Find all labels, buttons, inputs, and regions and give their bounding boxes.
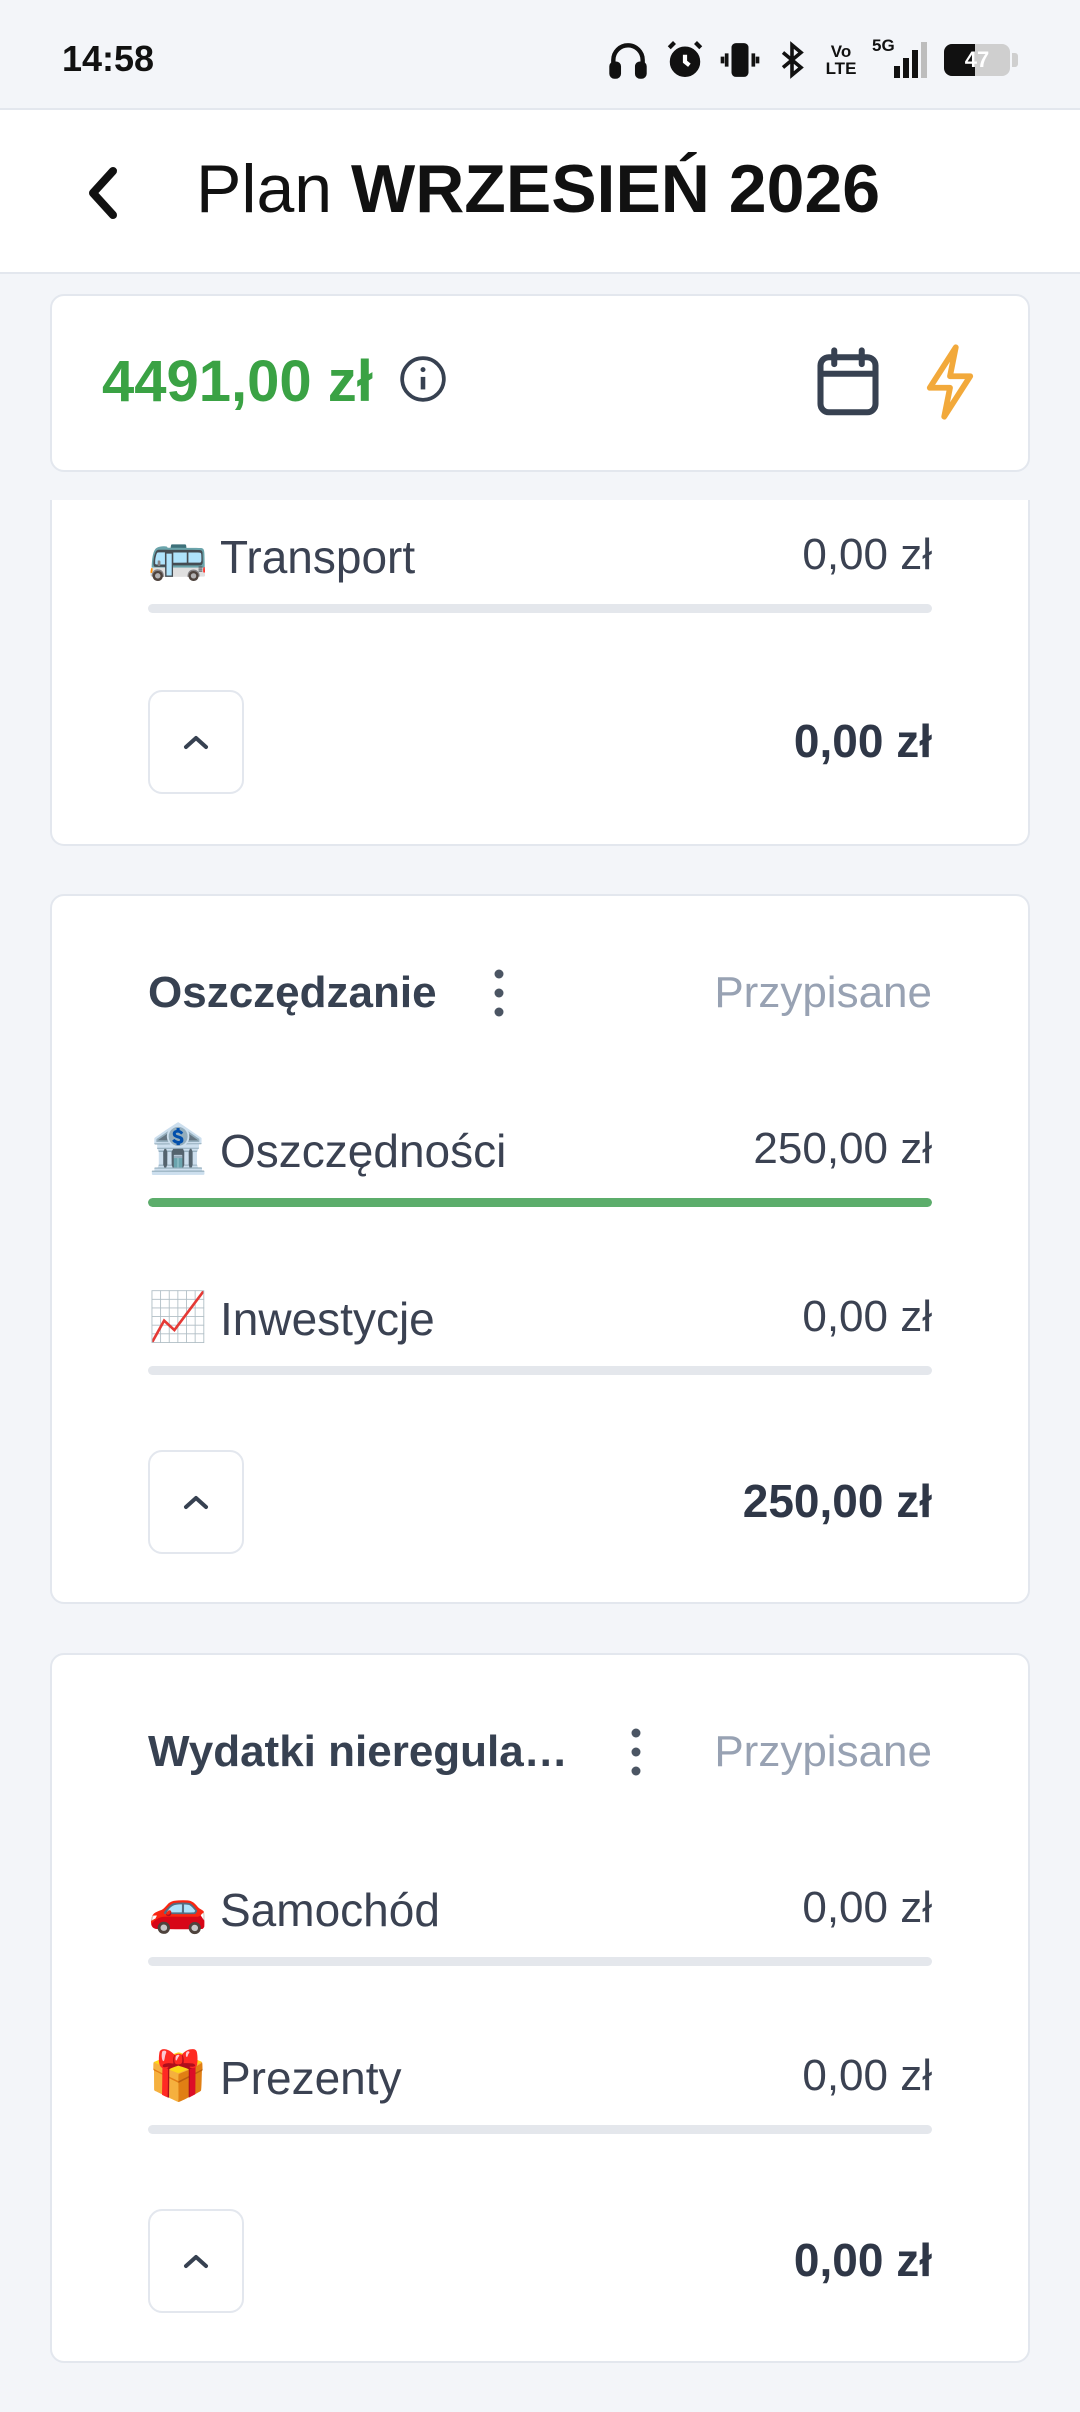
back-button[interactable] — [70, 158, 136, 228]
group-total: 0,00 zł — [793, 715, 932, 767]
calendar-icon — [817, 347, 879, 416]
signal-5g-icon: 5G — [872, 36, 930, 80]
group-header: Oszczędzanie Przypisane — [148, 958, 932, 1028]
chevron-left-icon — [89, 167, 117, 219]
group-header: Wydatki nieregularne Przypisane — [148, 1717, 932, 1787]
category-name: Inwestycje — [220, 1293, 435, 1345]
category-row[interactable]: 🚌 Transport 0,00 zł — [148, 520, 932, 613]
category-group: Oszczędzanie Przypisane 🏦 Oszczędności 2… — [50, 894, 1030, 1604]
category-amount: 0,00 zł — [802, 1292, 932, 1341]
battery-tip — [1012, 53, 1018, 67]
bank-icon: 🏦 — [148, 1123, 208, 1176]
category-amount: 0,00 zł — [802, 1883, 932, 1932]
category-amount: 0,00 zł — [802, 2051, 932, 2100]
group-total: 0,00 zł — [793, 2234, 932, 2286]
group-menu-button[interactable] — [479, 963, 519, 1023]
group-assigned-label: Przypisane — [714, 1727, 932, 1776]
balance-card: 4491,00 zł — [50, 294, 1030, 472]
category-progress-bar — [148, 604, 932, 613]
gift-icon: 🎁 — [148, 2050, 208, 2103]
category-amount: 0,00 zł — [802, 530, 932, 579]
category-row[interactable]: 🚗 Samochód 0,00 zł — [148, 1873, 932, 1966]
chevron-up-icon — [184, 1496, 208, 1509]
category-name: Oszczędności — [220, 1125, 507, 1177]
status-icons: Vo LTE 5G 47 — [606, 36, 1018, 84]
page-title: Plan WRZESIEŃ 2026 — [196, 150, 880, 228]
chart-increasing-icon: 📈 — [148, 1291, 208, 1344]
category-progress-bar — [148, 1957, 932, 1966]
auto-assign-button[interactable] — [910, 338, 990, 426]
battery-indicator: 47 — [944, 44, 1010, 76]
more-vertical-icon — [494, 969, 504, 1017]
category-group: 🚌 Transport 0,00 zł 0,00 zł — [50, 500, 1030, 846]
page-title-month: WRZESIEŃ 2026 — [351, 151, 881, 227]
status-bar: 14:58 Vo LTE 5G 47 — [0, 0, 1080, 108]
collapse-group-button[interactable] — [148, 2209, 244, 2313]
category-name: Transport — [220, 531, 416, 583]
alarm-icon — [667, 41, 703, 77]
group-assigned-label: Przypisane — [714, 968, 932, 1017]
group-menu-button[interactable] — [616, 1722, 656, 1782]
volte-icon: Vo LTE — [825, 42, 857, 78]
category-group: Wydatki nieregularne Przypisane 🚗 Samoch… — [50, 1653, 1030, 2363]
battery-level: 47 — [964, 47, 990, 72]
calendar-button[interactable] — [808, 342, 888, 422]
collapse-group-button[interactable] — [148, 690, 244, 794]
bluetooth-icon — [781, 41, 804, 79]
category-name: Prezenty — [220, 2052, 402, 2104]
app-bar: Plan WRZESIEŃ 2026 — [0, 108, 1080, 274]
category-progress-bar — [148, 1198, 932, 1207]
group-title: Wydatki nieregularne — [148, 1727, 578, 1776]
status-time: 14:58 — [62, 38, 155, 79]
group-total: 250,00 zł — [742, 1475, 932, 1527]
lightning-icon — [926, 344, 974, 420]
category-row[interactable]: 📈 Inwestycje 0,00 zł — [148, 1282, 932, 1375]
collapse-group-button[interactable] — [148, 1450, 244, 1554]
category-progress-bar — [148, 1366, 932, 1375]
vibrate-icon — [720, 43, 760, 77]
info-icon[interactable] — [398, 354, 448, 409]
group-title: Oszczędzanie — [148, 968, 437, 1017]
more-vertical-icon — [631, 1728, 641, 1776]
category-name: Samochód — [220, 1884, 440, 1936]
page-title-prefix: Plan — [196, 151, 333, 227]
category-row[interactable]: 🎁 Prezenty 0,00 zł — [148, 2041, 932, 2134]
category-row[interactable]: 🏦 Oszczędności 250,00 zł — [148, 1114, 932, 1207]
headphones-icon — [609, 43, 647, 79]
car-icon: 🚗 — [148, 1882, 208, 1935]
bus-icon: 🚌 — [148, 529, 208, 582]
category-progress-bar — [148, 2125, 932, 2134]
chevron-up-icon — [184, 736, 208, 749]
available-balance: 4491,00 zł — [102, 349, 373, 414]
chevron-up-icon — [184, 2255, 208, 2268]
category-amount: 250,00 zł — [753, 1124, 932, 1173]
